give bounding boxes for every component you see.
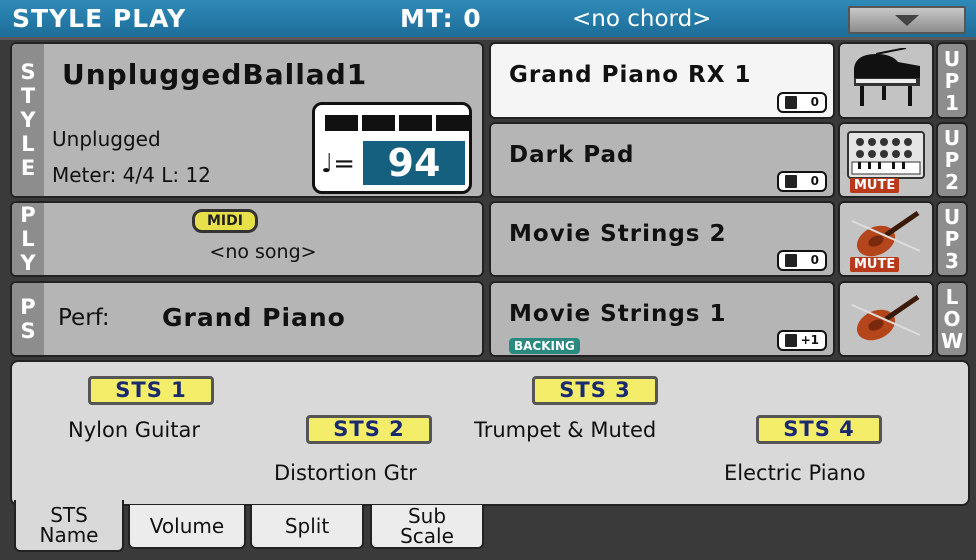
sound-icon-up3[interactable]: MUTE	[838, 201, 934, 277]
sound-name: Movie Strings 2	[509, 221, 727, 247]
sts-4-button[interactable]: STS 4	[756, 415, 882, 444]
tempo-note-label: ♩=	[321, 149, 356, 179]
tab-split[interactable]: Split	[250, 505, 364, 549]
menu-arrow-icon	[895, 15, 919, 26]
synth-pad-icon	[847, 131, 925, 179]
grand-piano-icon	[854, 48, 920, 106]
track-label-up2: UP2	[936, 122, 968, 198]
sound-name: Movie Strings 1	[509, 301, 727, 327]
track-label-low: LOW	[936, 281, 968, 357]
midi-badge: MIDI	[192, 209, 258, 233]
style-category: Unplugged	[52, 127, 161, 151]
beat-indicator	[325, 115, 469, 131]
violin-icon	[851, 294, 921, 341]
track-label-up3: UP3	[936, 201, 968, 277]
page-menu-button[interactable]	[848, 6, 966, 34]
tab-sts-name[interactable]: STS Name	[14, 500, 124, 552]
mute-badge: MUTE	[850, 257, 900, 272]
sound-name: Dark Pad	[509, 142, 635, 168]
style-meter: Meter: 4/4 L: 12	[52, 163, 211, 187]
performance-panel[interactable]: P S Perf: Grand Piano	[10, 281, 484, 357]
tempo-display[interactable]: ♩= 94	[312, 102, 472, 194]
octave-icon: +1	[777, 330, 827, 351]
sound-slot-up1[interactable]: Grand Piano RX 1 0	[489, 42, 835, 119]
octave-icon: 0	[777, 171, 827, 192]
sound-icon-up1[interactable]	[838, 42, 934, 119]
sts-2-name: Distortion Gtr	[274, 461, 417, 485]
sound-slot-up3[interactable]: Movie Strings 2 0	[489, 201, 835, 277]
master-transpose: MT: 0	[400, 4, 482, 33]
song-name: <no song>	[209, 241, 317, 263]
sts-1-button[interactable]: STS 1	[88, 376, 214, 405]
perf-side-label: P S	[12, 283, 44, 355]
style-side-label: S T Y L E	[12, 44, 44, 196]
sts-2-button[interactable]: STS 2	[306, 415, 432, 444]
sound-icon-up2[interactable]: MUTE	[838, 122, 934, 198]
sound-icon-low[interactable]	[838, 281, 934, 357]
octave-icon: 0	[777, 92, 827, 113]
style-panel[interactable]: S T Y L E UnpluggedBallad1 Unplugged Met…	[10, 42, 484, 198]
sound-slot-up2[interactable]: Dark Pad 0	[489, 122, 835, 198]
sts-3-name: Trumpet & Muted	[474, 418, 657, 442]
sts-1-name: Nylon Guitar	[68, 418, 200, 442]
octave-icon: 0	[777, 250, 827, 271]
perf-label: Perf:	[58, 305, 110, 331]
style-name[interactable]: UnpluggedBallad1	[62, 58, 367, 91]
sts-panel: STS 1 Nylon Guitar STS 2 Distortion Gtr …	[10, 360, 970, 506]
mute-badge: MUTE	[850, 178, 900, 193]
backing-badge: BACKING	[509, 338, 580, 354]
player-panel[interactable]: P L Y MIDI <no song>	[10, 201, 484, 277]
sound-slot-low[interactable]: Movie Strings 1 BACKING +1	[489, 281, 835, 357]
header-bar: STYLE PLAY MT: 0 <no chord>	[0, 0, 976, 40]
tab-volume[interactable]: Volume	[128, 505, 246, 549]
tab-sub-scale[interactable]: Sub Scale	[370, 505, 484, 549]
sts-4-name: Electric Piano	[724, 461, 866, 485]
chord-display: <no chord>	[572, 6, 712, 32]
violin-icon	[851, 210, 921, 257]
player-side-label: P L Y	[12, 203, 44, 275]
tempo-value: 94	[363, 141, 465, 185]
sound-name: Grand Piano RX 1	[509, 62, 752, 88]
perf-name: Grand Piano	[162, 303, 346, 332]
sts-3-button[interactable]: STS 3	[532, 376, 658, 405]
track-label-up1: UP1	[936, 42, 968, 119]
page-title: STYLE PLAY	[12, 4, 187, 33]
